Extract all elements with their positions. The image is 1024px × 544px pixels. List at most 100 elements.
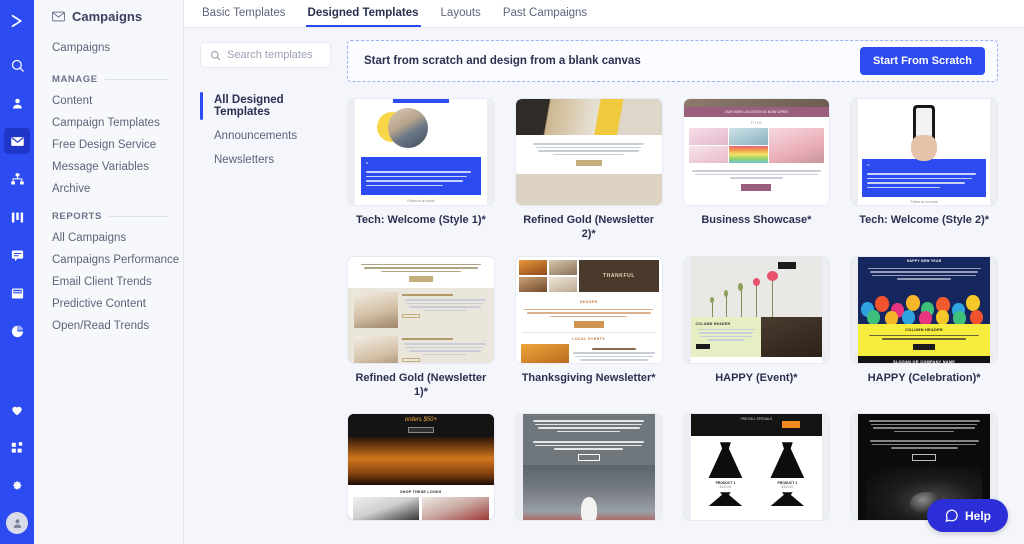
template-thumbnail: OUR NEW LOCATION IS NOW OPEN TITLE — [682, 98, 831, 206]
template-thumbnail: orders $50+ SHOP THESE LOOKS — [347, 413, 495, 522]
template-card[interactable]: OUR NEW LOCATION IS NOW OPEN TITLE Busin… — [682, 98, 831, 242]
template-grid: “ Follow us on social Tech: Welcome (Sty… — [347, 98, 998, 528]
sidebar-group-reports: REPORTS — [34, 200, 183, 227]
start-from-scratch-button[interactable]: Start From Scratch — [859, 47, 985, 75]
thumb-local-label: LOCAL EVENTS — [521, 332, 656, 344]
template-card[interactable] — [514, 413, 663, 528]
divider — [108, 216, 169, 217]
user-avatar[interactable] — [6, 512, 28, 534]
sidebar-item-archive[interactable]: Archive — [34, 178, 183, 200]
template-thumbnail — [514, 413, 663, 522]
sidebar-title: Campaigns — [34, 0, 183, 35]
filter-list: All Designed Templates Announcements New… — [200, 88, 331, 172]
template-title: Tech: Welcome (Style 2)* — [859, 214, 990, 226]
thumb-header-label: HEADER — [579, 299, 598, 304]
sidebar-group-manage-label: MANAGE — [52, 74, 98, 85]
tab-layouts[interactable]: Layouts — [439, 7, 483, 28]
automation-icon[interactable] — [4, 166, 30, 192]
apps-icon[interactable] — [4, 435, 30, 461]
favorites-icon[interactable] — [4, 397, 30, 423]
chat-bubble-icon — [944, 508, 959, 523]
template-card[interactable]: Refined Gold (Newsletter 2)* — [514, 98, 663, 242]
start-from-scratch-text: Start from scratch and design from a bla… — [364, 55, 641, 67]
campaigns-icon[interactable] — [4, 128, 30, 154]
thumb-title-label: TITLE — [750, 121, 763, 125]
template-thumbnail: PRE-FALL SPECIALS PRODUCT 1 $100.00 PROD… — [682, 413, 831, 522]
divider — [104, 79, 169, 80]
template-title: Thanksgiving Newsletter* — [521, 371, 656, 384]
sidebar-item-content[interactable]: Content — [34, 90, 183, 112]
icon-rail-top — [4, 0, 30, 350]
filter-announcements[interactable]: Announcements — [200, 124, 331, 148]
sidebar-item-open-read-trends[interactable]: Open/Read Trends — [34, 315, 183, 337]
sidebar-group-manage: MANAGE — [34, 63, 183, 90]
search-icon[interactable] — [4, 52, 30, 78]
sidebar-item-free-design-service[interactable]: Free Design Service — [34, 134, 183, 156]
template-card[interactable]: THANKFUL HEADER LOCAL EVENTS Thanksgivin… — [514, 255, 663, 400]
body: All Designed Templates Announcements New… — [184, 28, 1024, 544]
template-thumbnail — [347, 255, 495, 364]
template-title: HAPPY (Event)* — [715, 371, 798, 384]
template-thumbnail: HAPPY NEW YEAR COLUMN HEADER SLOGAN OR C… — [850, 255, 998, 364]
template-thumbnail: “ Follow us on social — [850, 98, 998, 206]
logo-chevron-icon[interactable] — [4, 8, 30, 34]
template-thumbnail: “ Follow us on social — [347, 98, 495, 206]
thumb-title-label: orders $50+ — [348, 414, 494, 425]
sidebar-item-campaigns-performance[interactable]: Campaigns Performance — [34, 249, 183, 271]
sidebar-item-email-client-trends[interactable]: Email Client Trends — [34, 271, 183, 293]
thumb-sub-label: SHOP THESE LOOKS — [348, 485, 494, 498]
thumb-slogan-label: SLOGAN OR COMPANY NAME — [858, 355, 990, 363]
template-card[interactable]: orders $50+ SHOP THESE LOOKS — [347, 413, 495, 528]
sidebar-item-campaign-templates[interactable]: Campaign Templates — [34, 112, 183, 134]
template-card[interactable]: COLUMN HEADER HAPPY (Event)* — [682, 255, 831, 400]
conversations-icon[interactable] — [4, 242, 30, 268]
templates-content: Start from scratch and design from a bla… — [339, 28, 1024, 544]
sidebar-item-campaigns[interactable]: Campaigns — [34, 35, 183, 63]
filter-newsletters[interactable]: Newsletters — [200, 148, 331, 172]
thumb-price-label: $100.00 — [719, 485, 732, 490]
search-box[interactable] — [200, 42, 331, 68]
template-title: Refined Gold (Newsletter 1)* — [355, 371, 487, 398]
template-card[interactable]: “ Follow us on social Tech: Welcome (Sty… — [347, 98, 495, 242]
help-button[interactable]: Help — [926, 499, 1008, 532]
thumb-header-label: HAPPY NEW YEAR — [858, 256, 990, 264]
forms-icon[interactable] — [4, 280, 30, 306]
start-from-scratch-banner: Start from scratch and design from a bla… — [347, 40, 998, 82]
thumb-band-label: OUR NEW LOCATION IS NOW OPEN — [683, 107, 830, 117]
filter-all-designed-templates[interactable]: All Designed Templates — [200, 88, 331, 124]
template-card[interactable]: PRE-FALL SPECIALS PRODUCT 1 $100.00 PROD… — [682, 413, 831, 528]
envelope-icon — [52, 11, 65, 22]
tab-bar: Basic Templates Designed Templates Layou… — [184, 0, 1024, 28]
settings-icon[interactable] — [4, 473, 30, 499]
analytics-icon[interactable] — [4, 318, 30, 344]
filter-column: All Designed Templates Announcements New… — [184, 28, 339, 544]
tab-designed-templates[interactable]: Designed Templates — [305, 7, 421, 27]
template-thumbnail: THANKFUL HEADER LOCAL EVENTS — [514, 255, 663, 364]
sidebar-item-all-campaigns[interactable]: All Campaigns — [34, 227, 183, 249]
template-card[interactable]: Refined Gold (Newsletter 1)* — [347, 255, 495, 400]
sidebar-item-message-variables[interactable]: Message Variables — [34, 156, 183, 178]
help-label: Help — [964, 508, 991, 523]
template-thumbnail: COLUMN HEADER — [682, 255, 831, 364]
template-thumbnail — [514, 98, 663, 206]
template-card[interactable]: “ Follow us on social Tech: Welcome (Sty… — [850, 98, 998, 242]
sidebar-item-predictive-content[interactable]: Predictive Content — [34, 293, 183, 315]
template-title: Tech: Welcome (Style 1)* — [355, 214, 486, 226]
sidebar-group-reports-label: REPORTS — [52, 211, 102, 222]
template-title: Refined Gold (Newsletter 2)* — [523, 214, 655, 241]
template-card[interactable]: HAPPY NEW YEAR COLUMN HEADER SLOGAN OR C… — [850, 255, 998, 400]
search-icon — [210, 50, 221, 61]
tab-basic-templates[interactable]: Basic Templates — [200, 7, 288, 28]
icon-rail — [0, 0, 34, 544]
secondary-sidebar: Campaigns Campaigns MANAGE Content Campa… — [34, 0, 184, 544]
tab-past-campaigns[interactable]: Past Campaigns — [501, 7, 589, 28]
template-title: Business Showcase* — [701, 214, 812, 226]
app-root: Campaigns Campaigns MANAGE Content Campa… — [0, 0, 1024, 544]
landing-pages-icon[interactable] — [4, 204, 30, 230]
template-title: HAPPY (Celebration)* — [867, 371, 981, 384]
sidebar-title-label: Campaigns — [72, 9, 143, 24]
thumb-price-label: $100.00 — [781, 485, 794, 490]
contacts-icon[interactable] — [4, 90, 30, 116]
thumb-column-label: COLUMN HEADER — [905, 327, 943, 332]
search-input[interactable] — [227, 49, 321, 61]
